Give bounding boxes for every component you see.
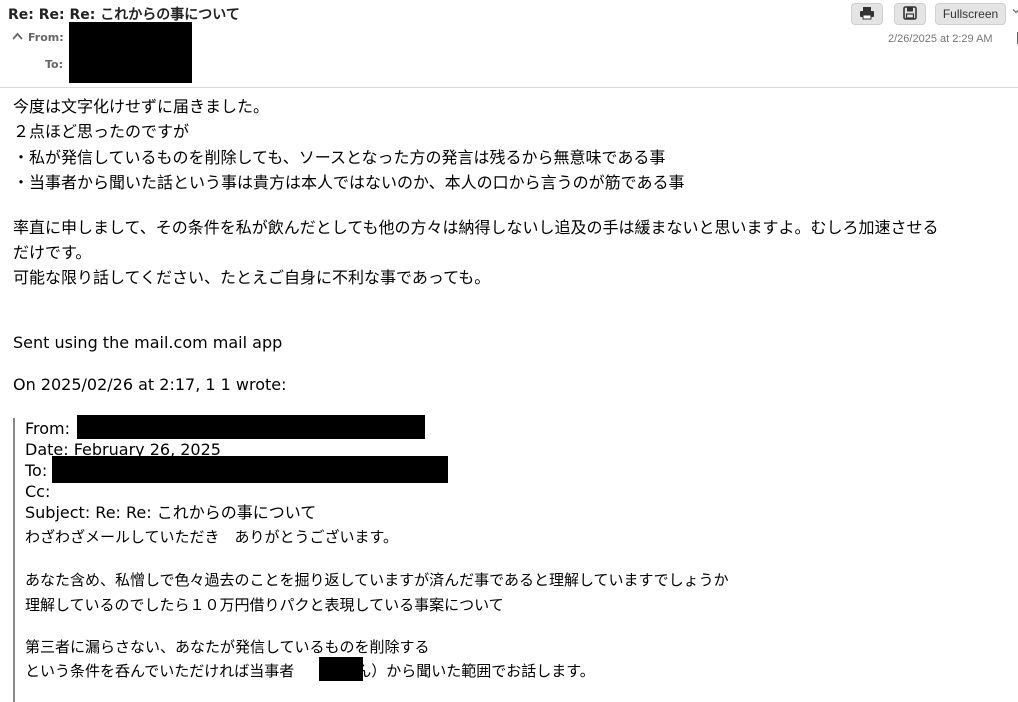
chevron-down-icon[interactable] [1012,7,1018,18]
quote-bar [13,418,15,702]
to-label: To: [45,58,63,71]
quoted-line: わざわざメールしていただき ありがとうございます。 [25,528,399,546]
message-date: 2/26/2025 at 2:29 AM [888,33,993,45]
quoted-from-label: From: [25,419,71,438]
quoted-line: 第三者に漏らさない、あなたが発信しているものを削除する [25,638,430,656]
print-button[interactable] [851,3,883,25]
quoted-cc-label: Cc: [25,482,51,501]
body-line: 率直に申しまして、その条件を私が飲んだとしても他の方々は納得しないし追及の手は緩… [13,218,939,237]
quoted-line-suffix: さん）から聞いた範囲でお話します。 [341,662,595,680]
floppy-disk-icon [903,5,917,23]
quoted-line: という条件を呑んでいただければ当事者 さん）から聞いた範囲でお話します。 [25,660,595,682]
quoted-to-label: To: [25,461,48,480]
body-line: ２点ほど思ったのですが [13,122,190,141]
body-line: 可能な限り話してください、たとえご自身に不利な事であっても。 [13,268,491,287]
quote-attribution: On 2025/02/26 at 2:17, 1 1 wrote: [13,375,287,394]
redacted-name [319,657,363,681]
body-line: ・当事者から聞いた話という事は貴方は本人ではないのか、本人の口から言うのが筋であ… [13,173,685,192]
quoted-subject: Subject: Re: Re: これからの事について [25,503,317,522]
signature: Sent using the mail.com mail app [13,333,283,352]
save-button[interactable] [894,3,926,25]
quoted-line: あなた含め、私憎しで色々過去のことを掘り返していますが済んだ事であると理解してい… [25,571,729,589]
redacted-from [77,415,425,439]
redacted-sender-recipient [69,22,192,83]
message-subject: Re: Re: Re: これからの事について [8,7,240,23]
redacted-to [52,456,448,483]
body-line: だけです。 [13,243,92,262]
from-label: From: [28,31,64,44]
body-line: 今度は文字化けせずに届きました。 [13,97,270,116]
fullscreen-button[interactable]: Fullscreen [935,3,1006,25]
chevron-up-icon[interactable] [12,31,23,45]
printer-icon [859,6,875,23]
body-line: ・私が発信しているものを削除しても、ソースとなった方の発言は残るから無意味である… [13,148,666,167]
quoted-line-prefix: という条件を呑んでいただければ当事者 [25,662,295,680]
quoted-line: 理解しているのでしたら１０万円借りパクと表現している事案について [25,596,504,614]
message-header: Re: Re: Re: これからの事について From: To: Fullscr… [0,0,1018,88]
